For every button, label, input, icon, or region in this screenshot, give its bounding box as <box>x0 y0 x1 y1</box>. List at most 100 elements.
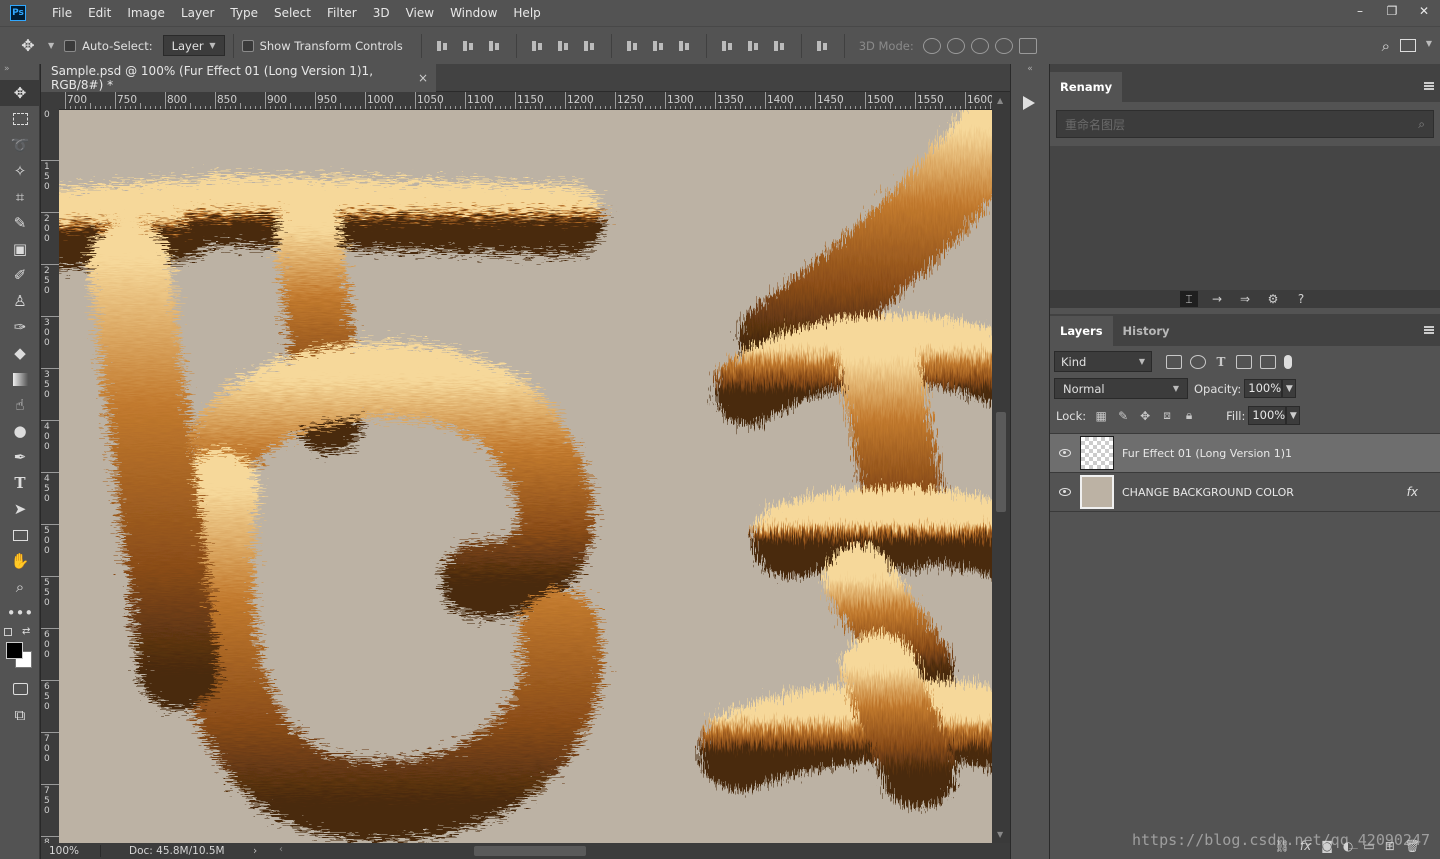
align-bottom-icon[interactable] <box>486 38 504 54</box>
swap-colors-icon[interactable]: ⇄ <box>22 626 30 637</box>
auto-select-checkbox[interactable] <box>64 39 77 52</box>
horizontal-scroll-thumb[interactable] <box>474 846 586 856</box>
distribute-bottom-icon[interactable] <box>676 38 694 54</box>
filter-toggle-icon[interactable] <box>1284 354 1292 369</box>
status-menu-icon[interactable]: › <box>253 845 257 857</box>
layer-effects-icon[interactable]: fx <box>1407 485 1418 499</box>
3d-camera-icon[interactable] <box>1018 37 1037 54</box>
type-filter-icon[interactable]: T <box>1214 355 1228 369</box>
align-vcenter-icon[interactable] <box>460 38 478 54</box>
default-colors-icon[interactable] <box>4 628 12 636</box>
frame-tool-icon[interactable]: ▣ <box>0 236 40 262</box>
renamy-search-input[interactable]: 重命名图层 ⌕ <box>1056 110 1434 138</box>
blend-mode-dropdown[interactable]: Normal ▼ <box>1054 378 1188 399</box>
rectangle-tool-icon[interactable] <box>0 522 40 548</box>
pen-tool-icon[interactable]: ✒ <box>0 444 40 470</box>
visibility-toggle[interactable] <box>1050 449 1080 457</box>
stamp-tool-icon[interactable]: ♙ <box>0 288 40 314</box>
path-selection-tool-icon[interactable]: ➤ <box>0 496 40 522</box>
smudge-tool-icon[interactable]: ☝ <box>0 392 40 418</box>
menu-help[interactable]: Help <box>505 0 548 26</box>
lock-all-icon[interactable]: 🔒︎ <box>1182 408 1196 423</box>
double-arrow-right-icon[interactable]: ⇒ <box>1236 291 1254 307</box>
fill-slider-toggle[interactable]: ▼ <box>1286 406 1301 425</box>
pixel-filter-icon[interactable] <box>1166 354 1182 369</box>
distribute-top-icon[interactable] <box>624 38 642 54</box>
ruler-corner[interactable] <box>41 92 59 110</box>
horizontal-scrollbar[interactable]: ‹ <box>279 843 989 859</box>
dock-collapse-icon[interactable]: « <box>1011 64 1049 74</box>
horizontal-ruler[interactable]: 700 750 800 850 900 950 1000 1050 1100 1150 1200 12… <box>59 92 992 110</box>
menu-select[interactable]: Select <box>266 0 319 26</box>
chevron-down-icon[interactable]: ▼ <box>1426 39 1432 48</box>
3d-roll-icon[interactable] <box>946 37 965 54</box>
panel-menu-icon[interactable] <box>1424 326 1434 334</box>
workspace-icon[interactable] <box>1400 39 1416 52</box>
fill-input[interactable]: 100% <box>1248 406 1287 425</box>
layer-row-fur-effect[interactable]: Fur Effect 01 (Long Version 1)1 <box>1050 434 1440 473</box>
distribute-left-icon[interactable] <box>719 38 737 54</box>
scroll-left-icon[interactable]: ‹ <box>279 844 283 855</box>
align-left-icon[interactable] <box>529 38 547 54</box>
opacity-slider-toggle[interactable]: ▼ <box>1282 379 1297 398</box>
lock-transparent-icon[interactable]: ▦ <box>1094 409 1108 423</box>
menu-view[interactable]: View <box>398 0 442 26</box>
kind-filter-dropdown[interactable]: Kind ▼ <box>1054 351 1152 372</box>
magic-wand-tool-icon[interactable]: ✧ <box>0 158 40 184</box>
align-hcenter-icon[interactable] <box>555 38 573 54</box>
menu-file[interactable]: File <box>44 0 80 26</box>
quick-mask-icon[interactable] <box>0 676 40 702</box>
minimize-button[interactable]: – <box>1344 0 1376 22</box>
close-tab-icon[interactable]: × <box>418 71 428 85</box>
auto-select-dropdown[interactable]: Layer ▼ <box>162 35 225 56</box>
eyedropper-tool-icon[interactable]: ✎ <box>0 210 40 236</box>
screen-mode-icon[interactable]: ⧉ <box>0 702 40 728</box>
align-top-icon[interactable] <box>434 38 452 54</box>
play-action-icon[interactable] <box>1023 96 1035 110</box>
help-icon[interactable]: ? <box>1292 291 1310 307</box>
menu-layer[interactable]: Layer <box>173 0 222 26</box>
auto-align-icon[interactable] <box>814 38 832 54</box>
history-brush-tool-icon[interactable]: ✑ <box>0 314 40 340</box>
type-tool-icon[interactable]: T <box>0 470 40 496</box>
dodge-tool-icon[interactable]: ● <box>0 418 40 444</box>
menu-edit[interactable]: Edit <box>80 0 119 26</box>
vertical-scroll-thumb[interactable] <box>996 412 1006 512</box>
adjustment-filter-icon[interactable] <box>1190 354 1206 369</box>
lock-pixels-icon[interactable]: ✎ <box>1116 409 1130 423</box>
menu-filter[interactable]: Filter <box>319 0 365 26</box>
document-tab[interactable]: Sample.psd @ 100% (Fur Effect 01 (Long V… <box>41 64 436 92</box>
3d-orbit-icon[interactable] <box>922 37 941 54</box>
menu-window[interactable]: Window <box>442 0 505 26</box>
arrow-right-icon[interactable]: → <box>1208 291 1226 307</box>
close-window-button[interactable]: ✕ <box>1408 0 1440 22</box>
gradient-tool-icon[interactable] <box>0 366 40 392</box>
scroll-up-icon[interactable]: ▲ <box>997 96 1003 105</box>
toolbar-grip-icon[interactable]: » <box>0 64 39 80</box>
eraser-tool-icon[interactable]: ◆ <box>0 340 40 366</box>
foreground-color-swatch[interactable] <box>6 642 23 659</box>
settings-icon[interactable]: ⚙ <box>1264 291 1282 307</box>
rename-icon[interactable]: ⌶ <box>1180 291 1198 307</box>
zoom-field[interactable]: 100% <box>41 845 101 857</box>
tab-renamy[interactable]: Renamy <box>1050 72 1123 102</box>
crop-tool-icon[interactable]: ⌗ <box>0 184 40 210</box>
distribute-right-icon[interactable] <box>771 38 789 54</box>
panel-menu-icon[interactable] <box>1424 82 1434 90</box>
move-tool-icon[interactable]: ✥ <box>0 80 40 106</box>
restore-button[interactable]: ❐ <box>1376 0 1408 22</box>
layer-row-background-color[interactable]: CHANGE BACKGROUND COLOR fx <box>1050 473 1440 512</box>
vertical-scrollbar[interactable]: ▲ ▼ <box>992 92 1010 843</box>
vertical-ruler[interactable]: 0 150 200 250 300 350 400 450 500 550 600 650 700 750… <box>41 110 59 843</box>
visibility-toggle[interactable] <box>1050 488 1080 496</box>
align-right-icon[interactable] <box>581 38 599 54</box>
document-canvas[interactable] <box>59 110 992 843</box>
distribute-vcenter-icon[interactable] <box>650 38 668 54</box>
lock-artboard-icon[interactable]: ⧈ <box>1160 408 1174 423</box>
menu-image[interactable]: Image <box>119 0 173 26</box>
tab-history[interactable]: History <box>1113 316 1180 346</box>
show-transform-checkbox[interactable] <box>241 39 254 52</box>
brush-tool-icon[interactable]: ✐ <box>0 262 40 288</box>
shape-filter-icon[interactable] <box>1236 354 1252 369</box>
hand-tool-icon[interactable]: ✋ <box>0 548 40 574</box>
